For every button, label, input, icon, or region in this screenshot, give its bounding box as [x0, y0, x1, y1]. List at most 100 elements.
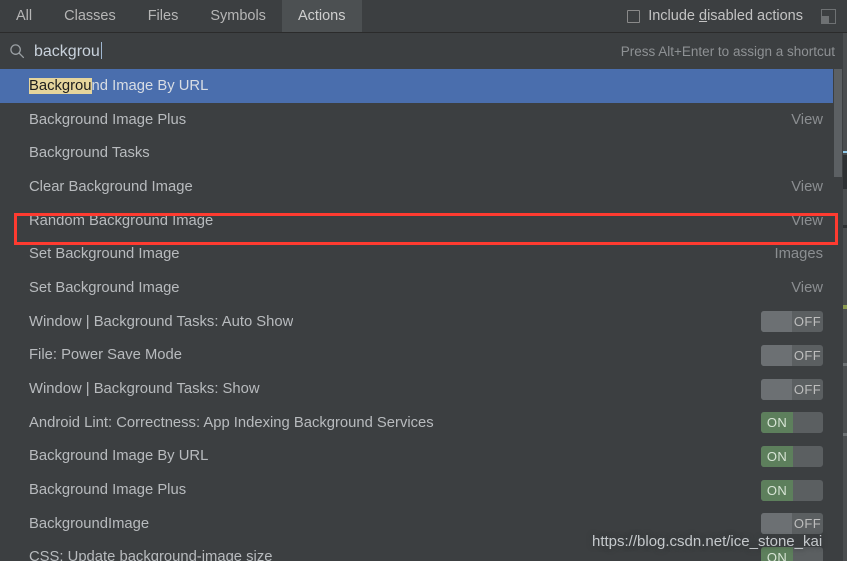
tab-bar: All Classes Files Symbols Actions Includ…: [0, 0, 847, 33]
editor-error-stripe[interactable]: [843, 33, 847, 561]
result-row-label: Android Lint: Correctness: App Indexing …: [29, 414, 434, 431]
checkbox-box[interactable]: [627, 9, 641, 23]
result-toggle-switch[interactable]: ON: [761, 479, 823, 501]
result-group-label: View: [791, 178, 823, 195]
result-toggle-switch[interactable]: OFF: [761, 344, 823, 366]
result-toggle-switch[interactable]: ON: [761, 412, 823, 434]
stripe-mark-info: [843, 151, 847, 153]
result-row-right: View: [791, 179, 827, 195]
search-icon: [0, 43, 34, 59]
stripe-mark-gray-2: [843, 433, 847, 436]
result-row[interactable]: Clear Background Image View: [0, 170, 833, 204]
result-row-right: View: [791, 112, 827, 128]
result-group-label: Images: [774, 246, 823, 263]
result-row-label-rest: nd Image By URL: [91, 77, 209, 94]
toggle-state-label: OFF: [793, 347, 822, 363]
toggle-knob: ON: [761, 445, 793, 467]
result-row-label: Random Background Image: [29, 212, 214, 229]
tab-label: Actions: [297, 8, 346, 24]
toggle-state-label: OFF: [793, 314, 822, 330]
result-row[interactable]: Background Image By URL ON: [0, 440, 833, 474]
tab-all[interactable]: All: [0, 0, 48, 32]
result-group-label: View: [791, 212, 823, 229]
result-row[interactable]: Background Image Plus ON: [0, 473, 833, 507]
result-row-label: Background Image Plus: [29, 111, 187, 128]
stripe-mark-gray: [843, 363, 847, 366]
tab-actions[interactable]: Actions: [281, 0, 362, 32]
search-everywhere-popup: All Classes Files Symbols Actions Includ…: [0, 0, 847, 561]
include-disabled-actions-label: Include disabled actions: [648, 8, 803, 24]
result-row-right: OFF: [761, 513, 827, 535]
stripe-mark-warning: [843, 305, 847, 309]
result-row-label: Background Image By URL: [29, 77, 209, 94]
stripe-mark-dark: [843, 155, 847, 189]
result-row-label: Set Background Image: [29, 279, 180, 296]
result-row-label: CSS: Update background-image size: [29, 549, 273, 561]
toggle-knob: ON: [761, 479, 793, 501]
result-row[interactable]: Set Background Image View: [0, 271, 833, 305]
label-mnemonic: d: [699, 8, 708, 24]
tab-bar-spacer: [362, 0, 628, 32]
tab-label: All: [16, 8, 33, 24]
match-highlight: Backgrou: [29, 77, 92, 94]
result-row[interactable]: Background Image By URL: [0, 69, 833, 103]
result-row-label: Background Tasks: [29, 145, 150, 162]
tab-label: Symbols: [210, 8, 266, 24]
results-scrollbar[interactable]: [833, 69, 843, 561]
toggle-knob: [761, 344, 792, 366]
result-row-label: Clear Background Image: [29, 178, 193, 195]
result-row-label: Background Image By URL: [29, 448, 209, 465]
tab-symbols[interactable]: Symbols: [194, 0, 282, 32]
tab-classes[interactable]: Classes: [48, 0, 132, 32]
result-toggle-switch[interactable]: ON: [761, 445, 823, 467]
tab-label: Classes: [64, 8, 116, 24]
results-list[interactable]: Background Image By URL Background Image …: [0, 69, 847, 561]
toggle-knob: [761, 378, 792, 400]
result-row[interactable]: Background Tasks: [0, 136, 833, 170]
search-row[interactable]: backgrou Press Alt+Enter to assign a sho…: [0, 33, 847, 69]
result-row[interactable]: File: Power Save Mode OFF: [0, 339, 833, 373]
result-row-right: OFF: [761, 311, 827, 333]
result-row-right: View: [791, 213, 827, 229]
result-row-label: Window | Background Tasks: Show: [29, 381, 260, 398]
result-row[interactable]: Window | Background Tasks: Show OFF: [0, 372, 833, 406]
scrollbar-thumb[interactable]: [834, 69, 842, 177]
text-caret: [100, 41, 102, 59]
toggle-knob: ON: [761, 412, 793, 434]
result-row-label: File: Power Save Mode: [29, 347, 182, 364]
result-toggle-switch[interactable]: OFF: [761, 513, 823, 535]
result-group-label: View: [791, 279, 823, 296]
toggle-state-label: OFF: [793, 516, 822, 532]
result-row-right: OFF: [761, 378, 827, 400]
result-row-right: Images: [774, 246, 827, 262]
result-row-right: ON: [761, 412, 827, 434]
result-row[interactable]: Background Image Plus View: [0, 103, 833, 137]
toggle-knob: [761, 311, 792, 333]
result-toggle-switch[interactable]: OFF: [761, 311, 823, 333]
result-row-right: ON: [761, 445, 827, 467]
window-pin-icon[interactable]: [813, 0, 843, 33]
result-row[interactable]: Random Background Image View: [0, 204, 833, 238]
shortcut-hint: Press Alt+Enter to assign a shortcut: [620, 43, 835, 59]
tab-label: Files: [147, 8, 179, 24]
watermark: https://blog.csdn.net/ice_stone_kai: [592, 533, 823, 550]
result-row-label: Background Image Plus: [29, 482, 187, 499]
include-disabled-actions-checkbox[interactable]: Include disabled actions: [627, 0, 813, 32]
result-row[interactable]: Android Lint: Correctness: App Indexing …: [0, 406, 833, 440]
tab-files[interactable]: Files: [132, 0, 195, 32]
result-row[interactable]: Window | Background Tasks: Auto Show OFF: [0, 305, 833, 339]
result-row-right: OFF: [761, 344, 827, 366]
label-part-prefix: Include: [648, 8, 699, 24]
result-row-label: Window | Background Tasks: Auto Show: [29, 313, 294, 330]
result-row-label: Set Background Image: [29, 246, 180, 263]
search-input-value: backgrou: [34, 42, 100, 60]
result-row-label: BackgroundImage: [29, 515, 150, 532]
search-input[interactable]: backgrou: [34, 41, 102, 61]
result-row-right: View: [791, 280, 827, 296]
label-part-suffix: isabled actions: [707, 8, 803, 24]
stripe-mark-dark-2: [843, 225, 847, 228]
result-group-label: View: [791, 111, 823, 128]
result-row[interactable]: Set Background Image Images: [0, 237, 833, 271]
toggle-state-label: OFF: [793, 381, 822, 397]
result-toggle-switch[interactable]: OFF: [761, 378, 823, 400]
